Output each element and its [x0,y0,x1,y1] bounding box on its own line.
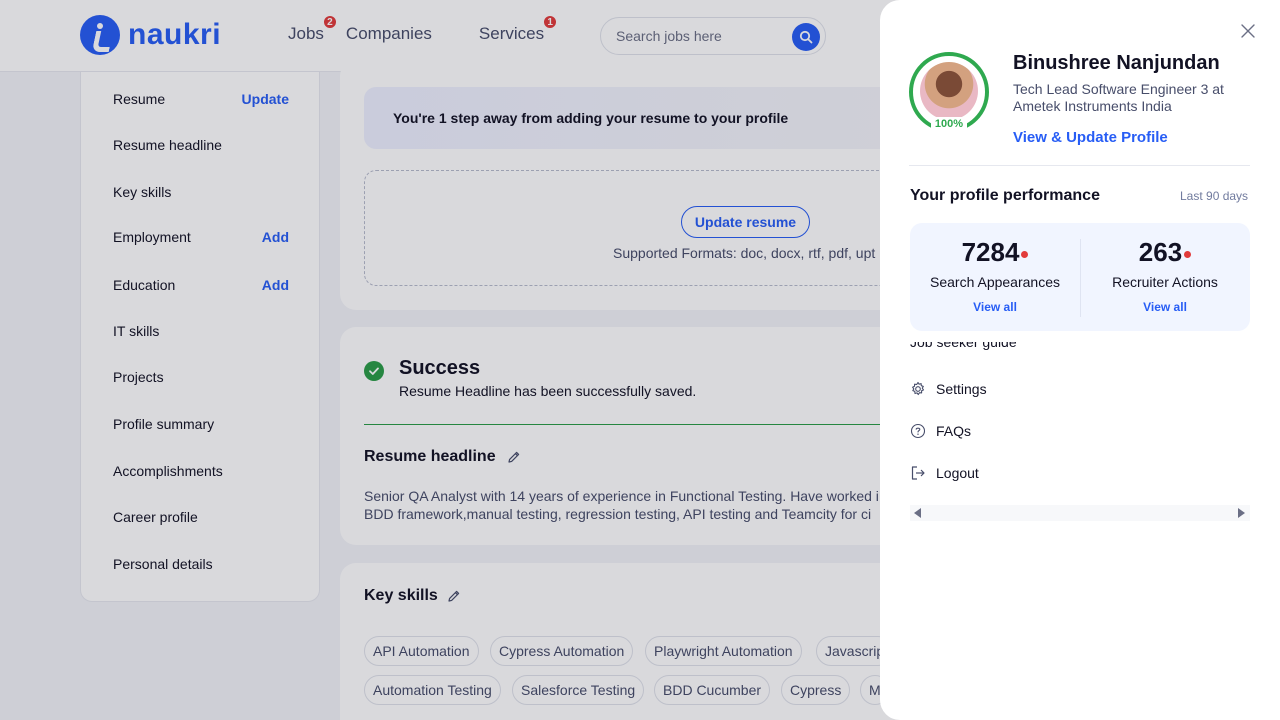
performance-title: Your profile performance [910,187,1100,204]
new-indicator-dot [1021,251,1029,258]
view-update-profile-link[interactable]: View & Update Profile [1013,129,1168,146]
profile-role: Tech Lead Software Engineer 3 at Ametek … [1013,81,1224,114]
logout-icon [911,466,925,480]
recruiter-actions-stat: 263 Recruiter Actions View all [1080,237,1250,314]
search-appearances-view-all[interactable]: View all [910,300,1080,314]
profile-name: Binushree Nanjundan [1013,52,1220,74]
menu-item-settings[interactable]: Settings [910,381,987,397]
drawer-divider [909,165,1250,166]
performance-stats-box: 7284 Search Appearances View all 263 Rec… [910,223,1250,331]
search-appearances-stat: 7284 Search Appearances View all [910,237,1080,314]
stat-value-wrapper: 7284 [962,237,1029,268]
profile-completion-percent: 100% [931,117,967,132]
close-icon[interactable] [1239,22,1257,40]
horizontal-scrollbar[interactable] [910,505,1250,521]
menu-item-label: FAQs [936,423,972,439]
recruiter-actions-label: Recruiter Actions [1112,274,1218,290]
avatar[interactable] [920,62,978,120]
performance-period: Last 90 days [1180,189,1249,203]
partial-menu-label: Job seeker guide [910,342,1017,350]
recruiter-actions-value: 263 [1138,237,1183,267]
menu-item-label: Logout [936,465,979,481]
menu-item-label: Settings [936,381,987,397]
scroll-left-arrow-icon[interactable] [914,508,921,518]
menu-item-faqs[interactable]: FAQs [910,423,971,439]
new-indicator-dot [1184,251,1192,258]
profile-drawer: 100% Binushree Nanjundan Tech Lead Softw… [880,0,1280,720]
recruiter-actions-view-all[interactable]: View all [1080,300,1250,314]
stat-value-wrapper: 263 [1138,237,1192,268]
menu-item-partial[interactable]: Job seeker guide [910,342,1250,356]
scroll-right-arrow-icon[interactable] [1238,508,1245,518]
question-icon [910,423,926,439]
gear-icon [912,381,925,396]
search-appearances-label: Search Appearances [930,274,1060,290]
menu-item-logout[interactable]: Logout [910,465,979,481]
search-appearances-value: 7284 [961,237,1020,267]
